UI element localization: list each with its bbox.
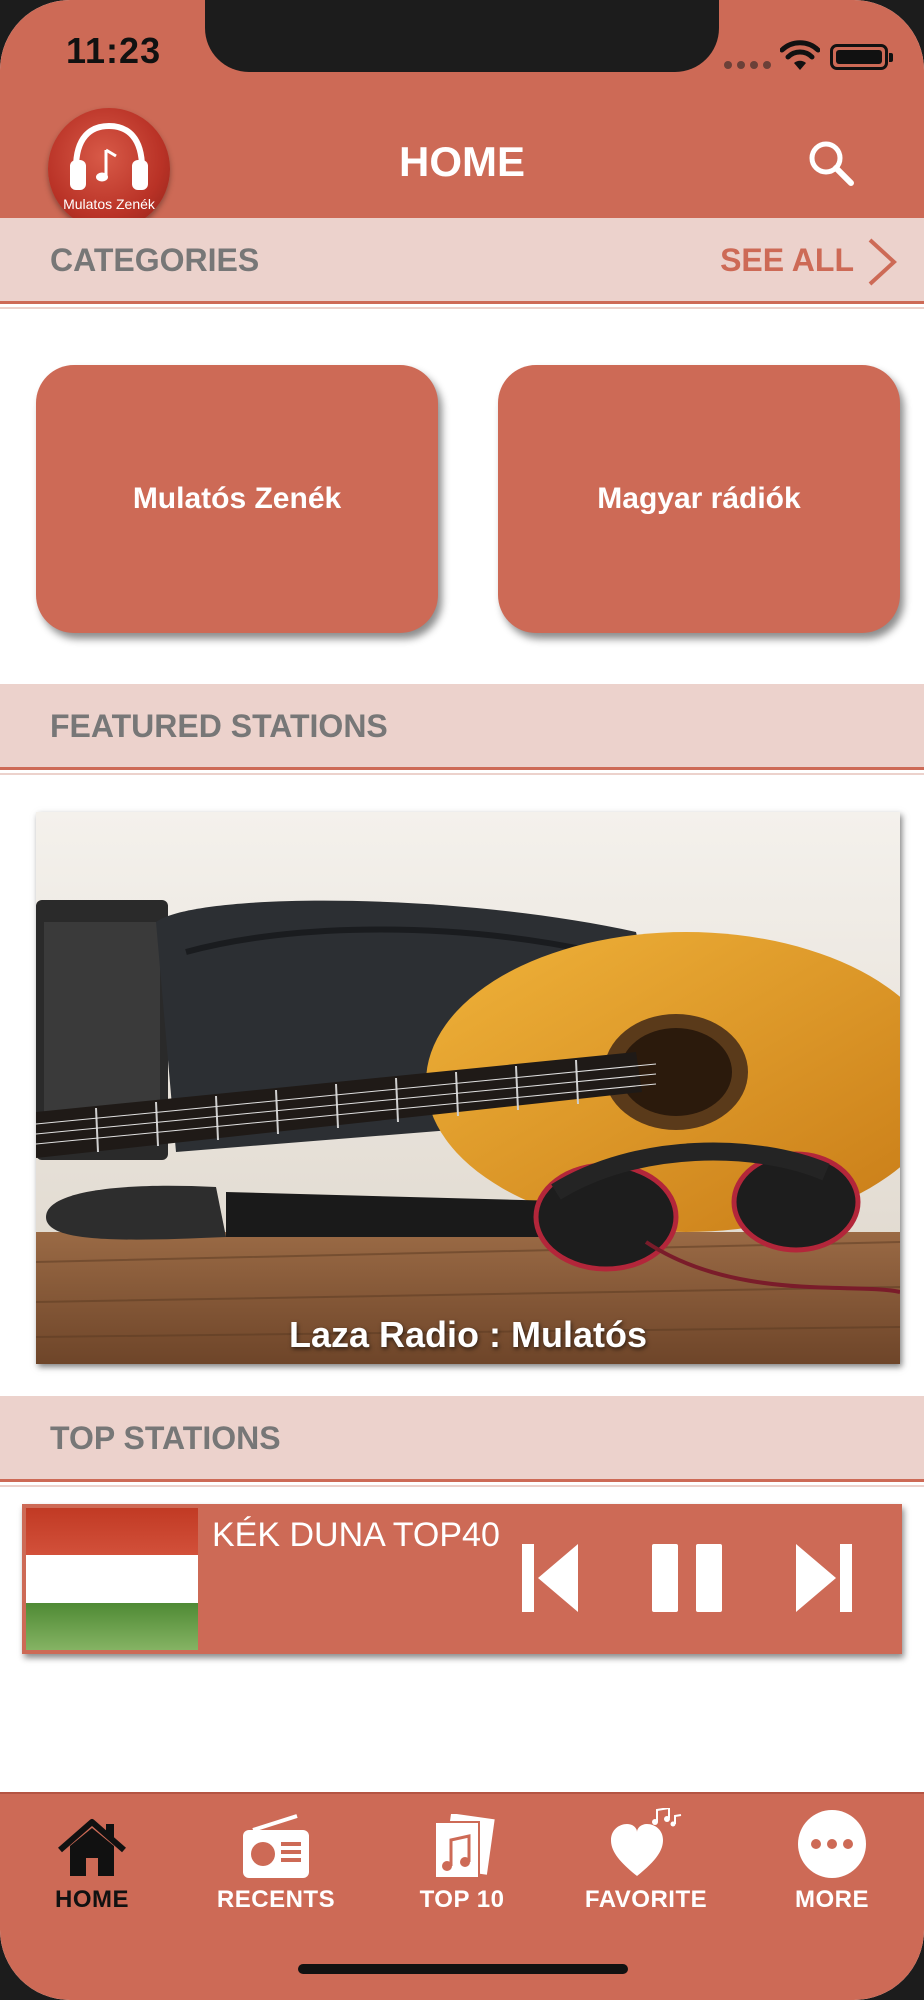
see-all-button[interactable]: SEE ALL bbox=[720, 242, 854, 279]
heart-icon bbox=[611, 1808, 682, 1876]
chevron-right-icon[interactable] bbox=[864, 236, 900, 288]
status-time: 11:23 bbox=[66, 30, 162, 71]
category-label: Mulatós Zenék bbox=[132, 482, 342, 515]
search-icon[interactable] bbox=[806, 138, 856, 188]
tab-more[interactable]: MORE bbox=[740, 1808, 924, 1928]
categories-header: CATEGORIES SEE ALL bbox=[0, 218, 924, 309]
pause-icon[interactable] bbox=[650, 1540, 724, 1616]
category-label: Magyar rádiók bbox=[597, 482, 801, 515]
wifi-icon bbox=[780, 40, 820, 70]
top-stations-header: TOP STATIONS bbox=[0, 1396, 924, 1487]
next-icon[interactable] bbox=[794, 1540, 854, 1616]
home-indicator[interactable] bbox=[298, 1964, 628, 1974]
categories-title: CATEGORIES bbox=[50, 242, 260, 278]
tab-favorite[interactable]: FAVORITE bbox=[554, 1808, 738, 1928]
tab-label: HOME bbox=[55, 1886, 129, 1913]
status-bar: 11:23 bbox=[0, 0, 924, 108]
category-card-magyar[interactable]: Magyar rádiók bbox=[498, 365, 900, 633]
home-icon bbox=[58, 1819, 126, 1876]
station-flag-image bbox=[26, 1508, 198, 1650]
tab-label: TOP 10 bbox=[419, 1886, 505, 1913]
signal-icon bbox=[724, 56, 776, 74]
more-icon bbox=[798, 1810, 866, 1878]
tab-label: MORE bbox=[795, 1886, 869, 1913]
featured-station-name: Laza Radio : Mulatós bbox=[288, 1314, 648, 1355]
featured-station-card[interactable]: Laza Radio : Mulatós bbox=[36, 812, 900, 1364]
battery-icon bbox=[830, 44, 893, 70]
mini-player[interactable]: KÉK DUNA TOP40 bbox=[22, 1504, 902, 1654]
featured-station-image bbox=[36, 812, 900, 1364]
logo-text: Mulatos Zenék bbox=[63, 196, 155, 212]
featured-title: FEATURED STATIONS bbox=[50, 708, 388, 744]
previous-icon[interactable] bbox=[520, 1540, 580, 1616]
featured-header: FEATURED STATIONS bbox=[0, 684, 924, 775]
category-card-mulatos[interactable]: Mulatós Zenék bbox=[36, 365, 438, 633]
tab-label: RECENTS bbox=[216, 1886, 336, 1913]
page-title: HOME bbox=[399, 138, 525, 185]
radio-icon bbox=[243, 1814, 309, 1878]
tab-top10[interactable]: TOP 10 bbox=[370, 1808, 554, 1928]
music-note-icon bbox=[434, 1814, 495, 1879]
tab-recents[interactable]: RECENTS bbox=[184, 1808, 368, 1928]
now-playing-title: KÉK DUNA TOP40 bbox=[212, 1516, 500, 1554]
app-screen: 11:23 Mulatos Zenék HOME CATEGORIES SEE … bbox=[0, 0, 924, 2000]
top-stations-title: TOP STATIONS bbox=[50, 1420, 281, 1456]
notch bbox=[205, 0, 719, 72]
nav-bar: Mulatos Zenék HOME bbox=[0, 108, 924, 230]
tab-home[interactable]: HOME bbox=[0, 1808, 184, 1928]
tab-label: FAVORITE bbox=[584, 1886, 708, 1913]
